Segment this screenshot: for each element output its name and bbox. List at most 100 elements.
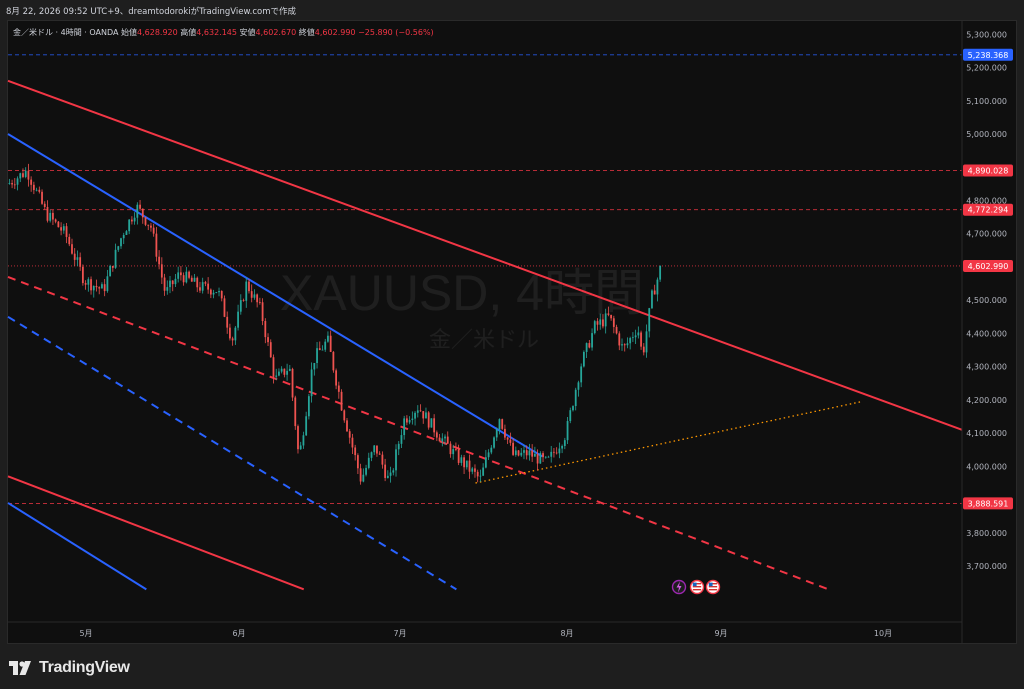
candle-body (484, 457, 487, 468)
candle-body (52, 212, 54, 220)
price-chart[interactable]: XAUUSD, 4時間 金／米ドル 5,300.0005,200.0005,10… (0, 0, 1024, 645)
candle-body (324, 341, 327, 350)
candle-body (171, 280, 174, 285)
candle-body (618, 333, 621, 346)
candle-body (144, 217, 147, 225)
candle-body (16, 178, 19, 185)
candle-body (190, 277, 193, 282)
candle-body (397, 443, 400, 450)
candle-body (57, 221, 60, 228)
candle-body (90, 279, 92, 291)
y-tick-label: 4,200.000 (966, 396, 1007, 405)
candle-body (553, 451, 555, 453)
candle-body (414, 412, 416, 419)
lightning-icon[interactable] (671, 579, 687, 595)
candle-body (81, 266, 84, 284)
candle-body (648, 308, 651, 332)
candle-body (569, 410, 572, 422)
trend-line-red-solid (7, 475, 305, 591)
candle-body (166, 287, 169, 291)
candle-body (321, 349, 324, 351)
candle-body (471, 468, 474, 472)
candle-body (337, 385, 340, 392)
tradingview-logo[interactable]: TradingView (9, 659, 130, 677)
candle-body (152, 227, 155, 234)
low-label: 安値 (239, 28, 256, 37)
candle-body (381, 454, 384, 465)
candle-body (479, 475, 482, 477)
candle-body (490, 447, 493, 453)
candle-body (302, 435, 305, 446)
candle-body (22, 173, 24, 177)
candle-body (631, 337, 634, 339)
candle-body (313, 362, 316, 370)
candle-body (558, 448, 561, 454)
candle-body (305, 416, 308, 436)
us-flag-icon-canton (708, 582, 713, 587)
candle-body (465, 460, 468, 468)
y-tick-label: 5,200.000 (966, 64, 1007, 73)
candle-body (155, 233, 158, 257)
candle-body (49, 212, 52, 221)
candle-body (422, 411, 425, 419)
candle-body (427, 412, 430, 428)
candle-body (395, 449, 397, 471)
candle-body (425, 412, 427, 419)
candle-body (604, 313, 607, 327)
candle-body (299, 445, 302, 450)
candle-body (133, 217, 136, 222)
candle-body (215, 292, 218, 293)
candle-body (27, 170, 30, 180)
candle-body (640, 332, 642, 347)
candle-body (348, 431, 351, 438)
us-flag-icon-stripe (708, 586, 718, 588)
tradingview-logo-icon (9, 661, 31, 675)
candle-body (365, 467, 367, 475)
candle-body (46, 206, 49, 221)
us-flag-icon[interactable] (705, 579, 721, 595)
candle-body (376, 445, 378, 454)
candle-body (452, 449, 455, 455)
candle-body (35, 189, 38, 191)
candle-body (623, 344, 626, 346)
candle-body (351, 437, 354, 448)
price-level-label: 4,890.028 (968, 167, 1009, 176)
candle-body (514, 450, 517, 455)
candle-body (343, 410, 346, 421)
candle-body (468, 460, 471, 472)
candle-body (106, 276, 109, 292)
candle-body (19, 173, 22, 179)
candle-body (476, 471, 479, 477)
y-tick-label: 4,700.000 (966, 230, 1007, 239)
price-level-label: 5,238.368 (968, 51, 1009, 60)
us-flag-icon[interactable] (689, 579, 705, 595)
candle-body (574, 389, 577, 407)
candle-body (354, 447, 357, 456)
y-tick-label: 3,700.000 (966, 562, 1007, 571)
x-tick-label: 7月 (393, 629, 406, 638)
candle-body (261, 302, 264, 322)
candle-body (642, 346, 645, 353)
candle-body (528, 450, 531, 456)
candle-body (637, 332, 640, 336)
us-flag-icon-stripe (692, 589, 702, 591)
candle-body (267, 337, 269, 343)
candle-body (41, 191, 43, 204)
candle-body (117, 246, 120, 250)
candle-body (269, 342, 272, 358)
candle-body (367, 457, 370, 468)
candle-body (563, 440, 566, 446)
candle-body (11, 183, 13, 185)
candle-body (103, 284, 106, 292)
candle-body (139, 204, 141, 209)
candle-body (449, 443, 452, 455)
candle-body (378, 453, 381, 455)
price-level-label: 4,602.990 (968, 262, 1009, 271)
candle-body (163, 277, 166, 291)
candle-body (612, 318, 615, 327)
candle-body (218, 290, 220, 293)
candle-body (416, 410, 419, 413)
candle-body (125, 231, 128, 235)
candle-body (659, 265, 662, 280)
candle-body (128, 219, 131, 232)
